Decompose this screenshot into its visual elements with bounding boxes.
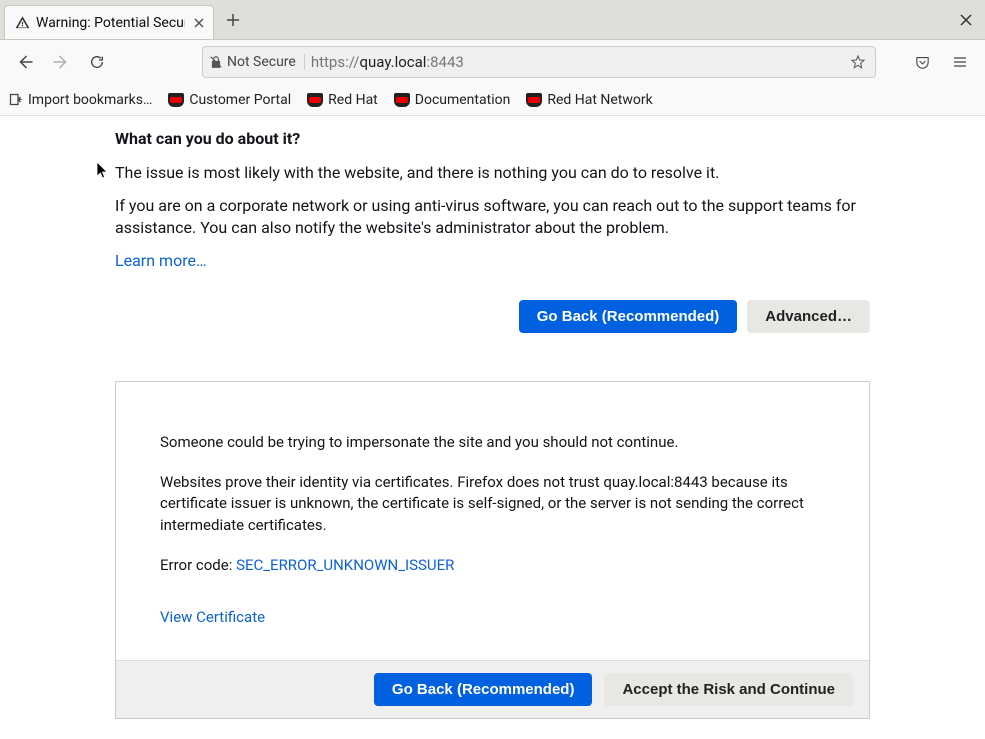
redhat-icon <box>307 93 323 107</box>
menu-button[interactable] <box>945 47 975 77</box>
url-text[interactable]: https://quay.local:8443 <box>311 53 841 71</box>
window-close-button[interactable] <box>951 5 981 35</box>
go-back-button[interactable]: Go Back (Recommended) <box>519 300 738 333</box>
tab-active[interactable]: Warning: Potential Securi <box>4 5 214 39</box>
import-icon <box>8 92 23 107</box>
forward-button[interactable] <box>46 47 76 77</box>
page-heading: What can you do about it? <box>115 128 870 150</box>
import-bookmarks[interactable]: Import bookmarks… <box>8 92 152 108</box>
error-line: Error code: SEC_ERROR_UNKNOWN_ISSUER <box>160 555 825 577</box>
warning-icon <box>15 15 30 30</box>
redhat-icon <box>394 93 410 107</box>
learn-more-link[interactable]: Learn more… <box>115 251 207 270</box>
advanced-body: Someone could be trying to impersonate t… <box>116 382 869 661</box>
reload-button[interactable] <box>82 47 112 77</box>
tab-bar: Warning: Potential Securi <box>0 0 985 40</box>
url-port: :8443 <box>426 53 463 71</box>
page-content: What can you do about it? The issue is m… <box>0 116 985 739</box>
bookmark-label: Red Hat Network <box>547 92 652 108</box>
advanced-p1: Someone could be trying to impersonate t… <box>160 432 825 454</box>
tab-close-icon[interactable] <box>191 15 207 31</box>
bookmark-label: Documentation <box>415 92 511 108</box>
bookmark-redhat[interactable]: Red Hat <box>307 92 378 108</box>
advanced-panel: Someone could be trying to impersonate t… <box>115 381 870 720</box>
back-button[interactable] <box>10 47 40 77</box>
advanced-p2: Websites prove their identity via certif… <box>160 472 825 537</box>
bookmark-label: Red Hat <box>328 92 378 108</box>
error-label: Error code: <box>160 556 236 574</box>
url-host: quay.local <box>359 53 426 71</box>
nav-bar: Not Secure https://quay.local:8443 <box>0 40 985 84</box>
paragraph-1: The issue is most likely with the websit… <box>115 162 870 184</box>
advanced-button[interactable]: Advanced… <box>747 300 870 333</box>
view-certificate-link[interactable]: View Certificate <box>160 608 265 626</box>
button-row: Go Back (Recommended) Advanced… <box>115 300 870 333</box>
bookmark-redhat-network[interactable]: Red Hat Network <box>526 92 652 108</box>
url-protocol: https:// <box>311 53 360 71</box>
redhat-icon <box>526 93 542 107</box>
tab-title: Warning: Potential Securi <box>36 15 185 31</box>
bookmark-customer-portal[interactable]: Customer Portal <box>168 92 291 108</box>
not-secure-label: Not Secure <box>227 54 296 70</box>
url-bar[interactable]: Not Secure https://quay.local:8443 <box>202 46 876 78</box>
new-tab-button[interactable] <box>218 5 248 35</box>
go-back-button-2[interactable]: Go Back (Recommended) <box>374 673 593 706</box>
security-indicator[interactable]: Not Secure <box>209 54 305 70</box>
bookmark-documentation[interactable]: Documentation <box>394 92 511 108</box>
error-code-link[interactable]: SEC_ERROR_UNKNOWN_ISSUER <box>236 556 454 574</box>
accept-risk-button[interactable]: Accept the Risk and Continue <box>604 673 853 706</box>
pocket-button[interactable] <box>907 47 937 77</box>
bookmark-star-icon[interactable] <box>847 51 869 73</box>
lock-strike-icon <box>209 55 223 69</box>
paragraph-2: If you are on a corporate network or usi… <box>115 195 870 240</box>
redhat-icon <box>168 93 184 107</box>
advanced-footer: Go Back (Recommended) Accept the Risk an… <box>116 660 869 718</box>
import-bookmarks-label: Import bookmarks… <box>28 92 152 108</box>
bookmarks-bar: Import bookmarks… Customer Portal Red Ha… <box>0 84 985 116</box>
bookmark-label: Customer Portal <box>189 92 291 108</box>
